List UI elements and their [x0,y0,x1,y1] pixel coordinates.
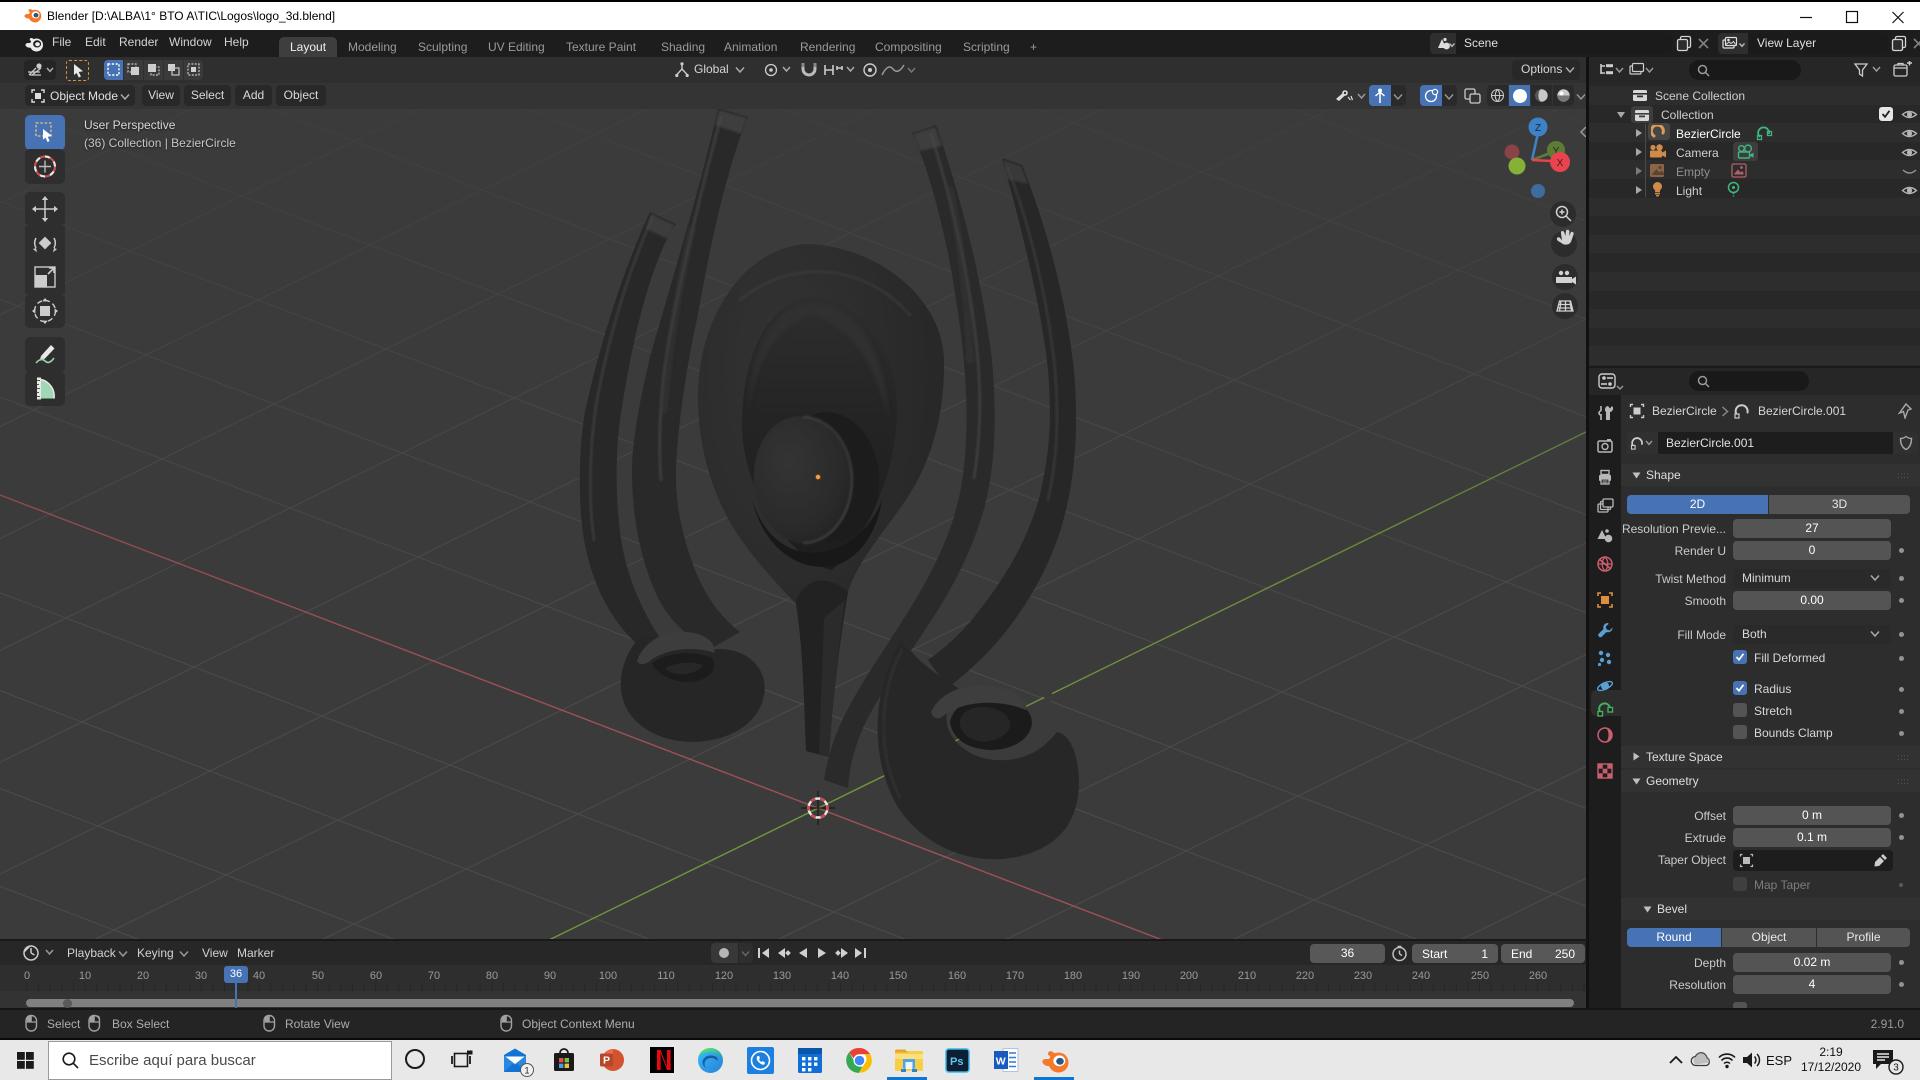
svg-text:P: P [603,1055,610,1067]
svg-text:Ps: Ps [950,1056,963,1068]
svg-text:3: 3 [1893,1063,1899,1074]
svg-text:Z: Z [1535,123,1541,134]
svg-text:X: X [1557,158,1564,169]
svg-text:1: 1 [524,1066,529,1076]
svg-text:W: W [996,1056,1006,1068]
